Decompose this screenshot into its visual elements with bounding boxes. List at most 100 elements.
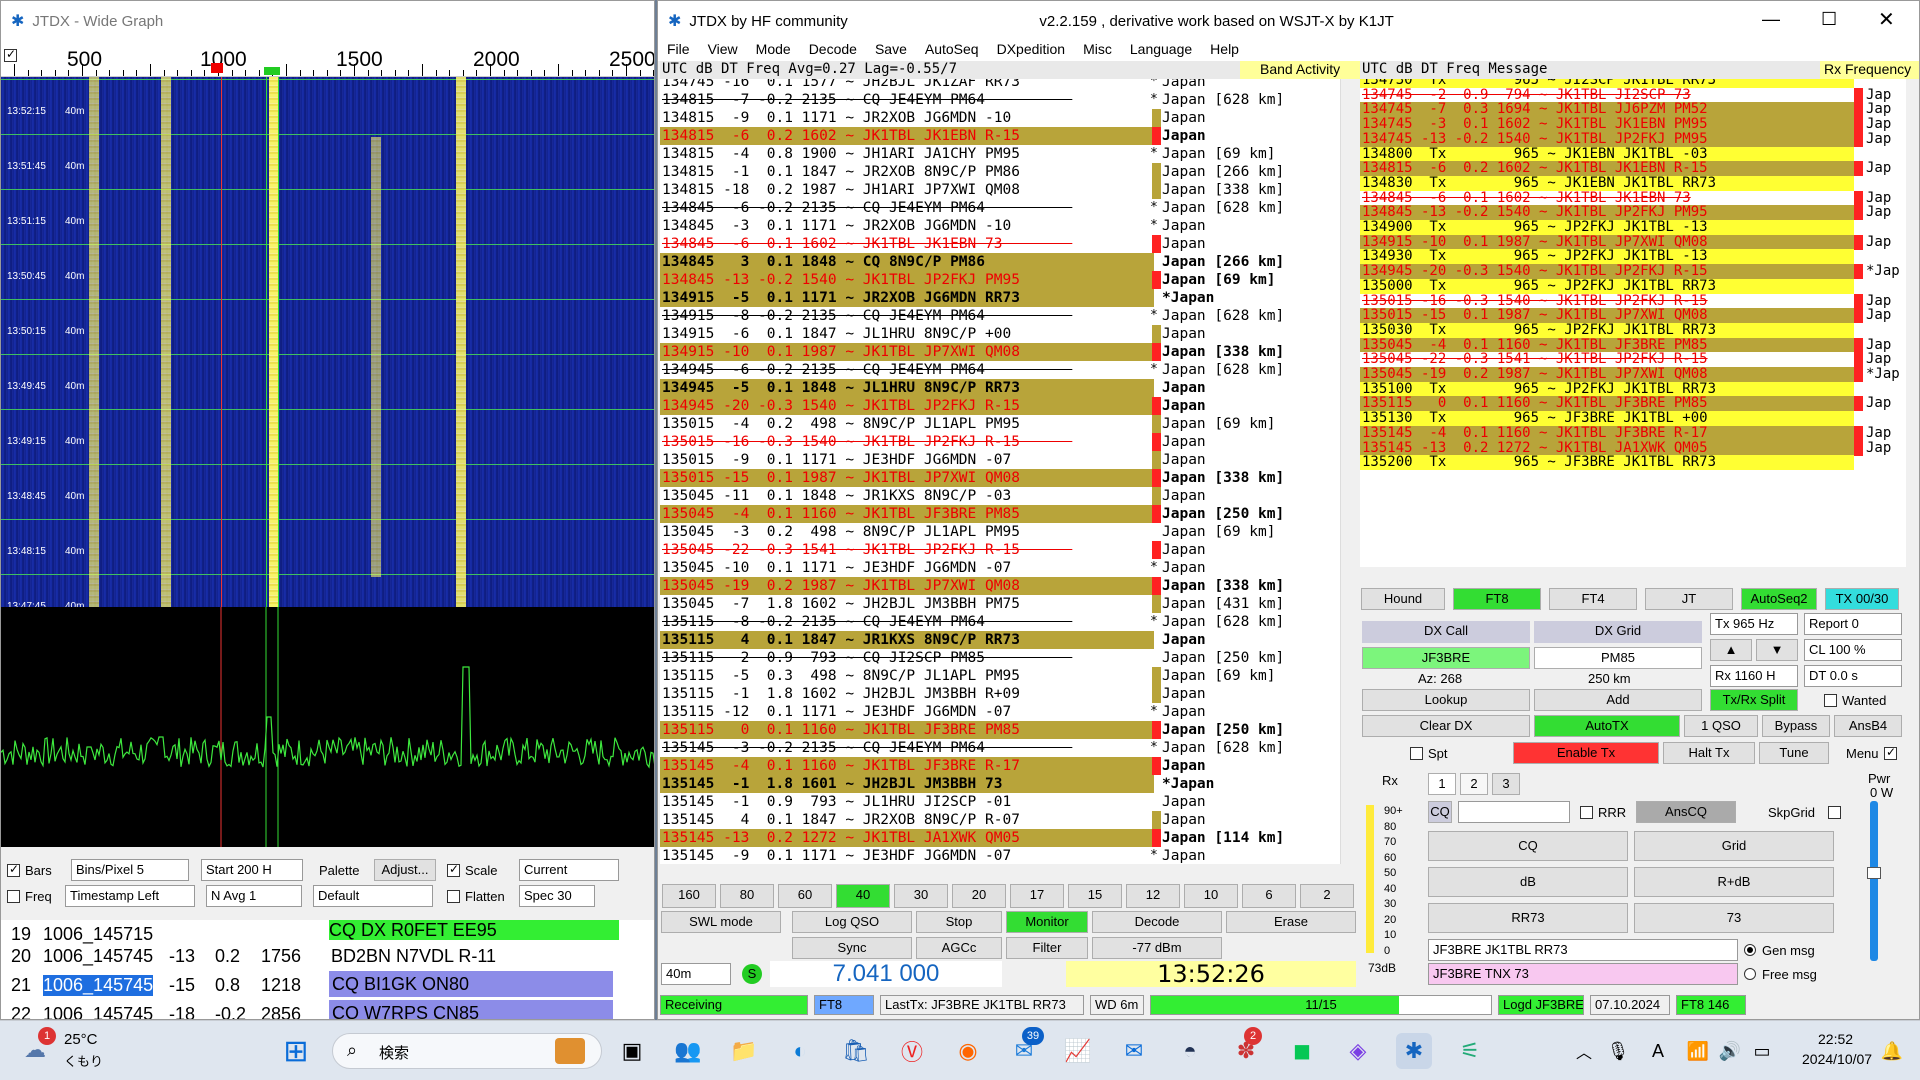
menu-dxpedition[interactable]: DXpedition [988, 39, 1075, 61]
band-activity-row[interactable]: 134945 -6 -0.2 2135 ~ CQ JE4EYM PM64 * Ja… [660, 361, 1340, 379]
band-activity-row[interactable]: 135045 -22 -0.3 1541 ~ JK1TBL JP2FKJ R-1… [660, 541, 1340, 559]
agcc-button[interactable]: AGCc [916, 937, 1002, 959]
frequency-scale[interactable]: 500 1000 1500 2000 2500 [1, 41, 654, 77]
band-activity-row[interactable]: 134745 -16 0.1 1577 ~ JH2BJL JK1ZAF RR73… [660, 79, 1340, 91]
band-button-60[interactable]: 60 [778, 884, 832, 908]
band-button-10[interactable]: 10 [1184, 884, 1238, 908]
band-activity-row[interactable]: 134845 3 0.1 1848 ~ CQ 8N9C/P PM86 Japan… [660, 253, 1340, 271]
ft4-button[interactable]: FT4 [1549, 588, 1637, 610]
band-select[interactable]: 40m [661, 963, 731, 985]
free-msg-radio[interactable] [1744, 968, 1756, 980]
sync-button[interactable]: Sync [792, 937, 912, 959]
grid-message-button[interactable]: Grid [1634, 831, 1834, 861]
free-msg-field[interactable]: JF3BRE TNX 73 [1428, 963, 1738, 985]
tx-freq-spinner[interactable]: Tx 965 Hz [1710, 613, 1798, 635]
report-spinner[interactable]: Report 0 [1804, 613, 1902, 635]
decode-button[interactable]: Decode [1092, 911, 1222, 933]
band-activity-row[interactable]: 134815 -6 0.2 1602 ~ JK1TBL JK1EBN R-15 … [660, 127, 1340, 145]
rrr-checkbox[interactable] [1580, 806, 1593, 819]
tab-2[interactable]: 2 [1460, 773, 1488, 795]
table-row[interactable]: 21 1006_145745 -15 0.8 1218 CQ BI1GK ON8… [1, 971, 654, 1000]
band-activity-row[interactable]: 135115 -12 0.1 1171 ~ JE3HDF JG6MDN -07 … [660, 703, 1340, 721]
band-activity-row[interactable]: 135045 -11 0.1 1848 ~ JR1KXS 8N9C/P -03 … [660, 487, 1340, 505]
band-button-6[interactable]: 6 [1242, 884, 1296, 908]
band-activity-row[interactable]: 134915 -8 -0.2 2135 ~ CQ JE4EYM PM64 * Ja… [660, 307, 1340, 325]
band-activity-row[interactable]: 134845 -6 0.1 1602 ~ JK1TBL JK1EBN 73 Ja… [660, 235, 1340, 253]
halt-tx-button[interactable]: Halt Tx [1663, 742, 1755, 764]
band-button-80[interactable]: 80 [720, 884, 774, 908]
band-activity-row[interactable]: 135115 2 0.9 793 ~ CQ JI2SCP PM85 Japan … [660, 649, 1340, 667]
freq-checkbox[interactable] [7, 890, 20, 903]
band-activity-row[interactable]: 134815 -7 -0.2 2135 ~ CQ JE4EYM PM64 * Ja… [660, 91, 1340, 109]
network-app-icon[interactable]: ◓ [1172, 1033, 1208, 1069]
band-activity-row[interactable]: 135145 -1 1.8 1601 ~ JH2BJL JM3BBH 73 *J… [660, 775, 1340, 793]
band-button-40[interactable]: 40 [836, 884, 890, 908]
current-select[interactable]: Current [519, 859, 619, 881]
band-activity-row[interactable]: 135145 -13 0.2 1272 ~ JK1TBL JA1XWK QM05… [660, 829, 1340, 847]
menu-file[interactable]: File [658, 39, 699, 61]
up-arrow-icon[interactable]: ▲ [1710, 639, 1752, 661]
vivaldi-icon[interactable]: Ⓥ [894, 1033, 930, 1069]
dx-grid-input[interactable]: PM85 [1534, 647, 1702, 669]
anscq-button[interactable]: AnsCQ [1636, 801, 1736, 823]
scale-checkbox[interactable] [447, 862, 460, 877]
band-button-2[interactable]: 2 [1300, 884, 1354, 908]
rx-frequency-row[interactable]: 134745 -13 -0.2 1540 ~ JK1TBL JP2FKJ PM9… [1360, 131, 1906, 147]
band-button-12[interactable]: 12 [1126, 884, 1180, 908]
band-activity-row[interactable]: 135115 4 0.1 1847 ~ JR1KXS 8N9C/P RR73 J… [660, 631, 1340, 649]
band-activity-row[interactable]: 135145 -1 0.9 793 ~ JL1HRU JI2SCP -01 Ja… [660, 793, 1340, 811]
auto-tx-button[interactable]: AutoTX [1534, 715, 1680, 737]
rx-frequency-row[interactable]: 135200 Tx 965 ~ JF3BRE JK1TBL RR73 [1360, 455, 1906, 471]
73-message-button[interactable]: 73 [1634, 903, 1834, 933]
filter-button[interactable]: Filter [1006, 937, 1088, 959]
flatten-checkbox[interactable] [447, 890, 460, 903]
band-activity-row[interactable]: 134915 -10 0.1 1987 ~ JK1TBL JP7XWI QM08… [660, 343, 1340, 361]
band-button-30[interactable]: 30 [894, 884, 948, 908]
band-activity-row[interactable]: 135115 -1 1.8 1602 ~ JH2BJL JM3BBH R+09 … [660, 685, 1340, 703]
autoseq-button[interactable]: AutoSeq2 [1741, 588, 1817, 610]
rx-frequency-row[interactable]: 135000 Tx 965 ~ JP2FKJ JK1TBL RR73 [1360, 278, 1906, 294]
stop-button[interactable]: Stop [916, 911, 1002, 933]
wanted-checkbox[interactable] [1824, 694, 1837, 707]
palette-select[interactable]: Default [313, 885, 433, 907]
rx-frequency-row[interactable]: 135045 -19 0.2 1987 ~ JK1TBL JP7XWI QM08… [1360, 367, 1906, 382]
band-activity-row[interactable]: 134815 -1 0.1 1847 ~ JR2XOB 8N9C/P PM86 … [660, 163, 1340, 181]
start-icon[interactable]: ⊞ [278, 1033, 314, 1069]
clear-dx-button[interactable]: Clear DX [1362, 715, 1530, 737]
band-activity-row[interactable]: 134915 -5 0.1 1171 ~ JR2XOB JG6MDN RR73 … [660, 289, 1340, 307]
band-activity-row[interactable]: 134945 -20 -0.3 1540 ~ JK1TBL JP2FKJ R-1… [660, 397, 1340, 415]
rx-frequency-row[interactable]: 134815 -6 0.2 1602 ~ JK1TBL JK1EBN R-15 J… [1360, 161, 1906, 177]
menu-misc[interactable]: Misc [1074, 39, 1121, 61]
search-box[interactable]: ⌕ 検索 [332, 1033, 602, 1069]
band-activity-row[interactable]: 134815 -4 0.8 1900 ~ JH1ARI JA1CHY PM95 … [660, 145, 1340, 163]
scale-checkbox[interactable] [4, 47, 17, 62]
bars-checkbox[interactable] [7, 862, 20, 877]
menu-view[interactable]: View [699, 39, 747, 61]
band-activity-row[interactable]: 135145 4 0.1 1847 ~ JR2XOB 8N9C/P R-07 J… [660, 811, 1340, 829]
maximize-icon[interactable]: ☐ [1821, 9, 1837, 30]
rx-freq-marker[interactable] [211, 63, 223, 73]
cq-field[interactable] [1458, 801, 1570, 823]
hound-button[interactable]: Hound [1361, 588, 1445, 610]
menu-checkbox[interactable] [1884, 745, 1897, 760]
dx-call-input[interactable]: JF3BRE [1362, 647, 1530, 669]
band-activity-row[interactable]: 134815 -9 0.1 1171 ~ JR2XOB JG6MDN -10 J… [660, 109, 1340, 127]
band-activity-row[interactable]: 134945 -5 0.1 1848 ~ JL1HRU 8N9C/P RR73 … [660, 379, 1340, 397]
firefox-icon[interactable]: ◉ [950, 1033, 986, 1069]
menu-save[interactable]: Save [866, 39, 916, 61]
band-activity-row[interactable]: 134845 -3 0.1 1171 ~ JR2XOB JG6MDN -10 *… [660, 217, 1340, 235]
band-button-15[interactable]: 15 [1068, 884, 1122, 908]
outlook-icon[interactable]: ✉ [1116, 1033, 1152, 1069]
table-row[interactable]: 22 1006_145745 -18 -0.2 2856 CQ W7RPS CN… [1, 1000, 654, 1019]
ansb4-button[interactable]: AnsB4 [1834, 715, 1902, 737]
rx-scrollbar[interactable] [1906, 79, 1919, 567]
spectrum-plot[interactable] [1, 607, 654, 847]
band-activity-row[interactable]: 135145 -4 0.1 1160 ~ JK1TBL JF3BRE R-17 … [660, 757, 1340, 775]
edge-icon[interactable]: ◐ [782, 1033, 818, 1069]
band-button-20[interactable]: 20 [952, 884, 1006, 908]
skpgrid-checkbox[interactable] [1828, 806, 1841, 819]
rdb-message-button[interactable]: R+dB [1634, 867, 1834, 897]
band-activity-row[interactable]: 134845 -6 -0.2 2135 ~ CQ JE4EYM PM64 * Ja… [660, 199, 1340, 217]
wifi-icon[interactable]: 📶 [1680, 1033, 1716, 1069]
teams-icon[interactable]: 👥 [670, 1033, 706, 1069]
